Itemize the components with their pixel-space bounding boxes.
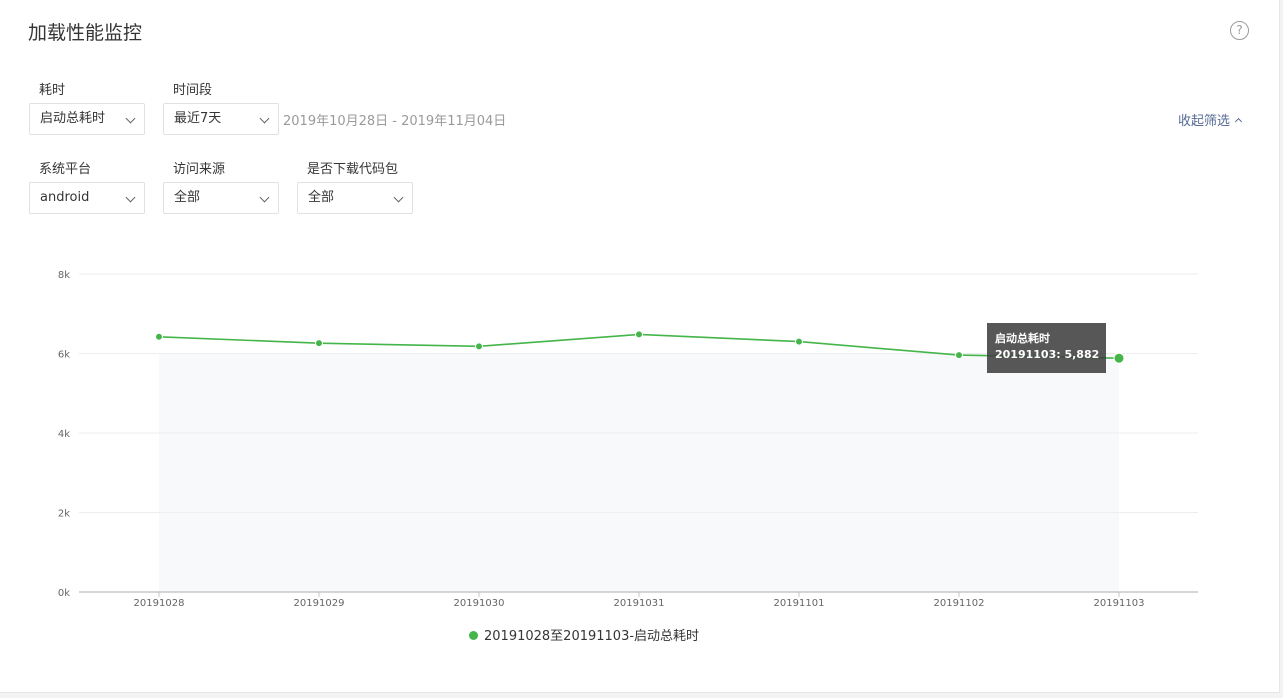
y-tick-label: 6k xyxy=(58,350,70,361)
data-point xyxy=(315,339,323,348)
y-tick-label: 2k xyxy=(58,509,70,520)
x-tick-label: 20191028 xyxy=(134,598,185,609)
y-tick-label: 4k xyxy=(58,429,70,440)
data-point xyxy=(795,337,803,346)
x-tick-label: 20191101 xyxy=(774,598,825,609)
x-tick-label: 20191103 xyxy=(1094,598,1145,609)
y-tick-label: 8k xyxy=(58,270,70,281)
x-tick-label: 20191102 xyxy=(934,598,985,609)
chart-legend[interactable]: 20191028至20191103-启动总耗时 xyxy=(469,625,699,644)
data-point xyxy=(155,332,163,341)
plot-area-background xyxy=(159,353,1119,592)
legend-dot xyxy=(469,631,478,640)
legend-label: 20191028至20191103-启动总耗时 xyxy=(484,629,700,644)
data-point xyxy=(475,342,483,351)
x-tick-label: 20191029 xyxy=(294,598,345,609)
tooltip-text: 20191103: 5,882 xyxy=(995,348,1100,361)
x-tick-label: 20191030 xyxy=(454,598,505,609)
data-point xyxy=(635,330,643,339)
y-tick-label: 0k xyxy=(58,588,70,599)
x-tick-label: 20191031 xyxy=(614,598,665,609)
chart-tooltip: 启动总耗时 20191103: 5,882 xyxy=(987,323,1106,373)
data-point xyxy=(1113,352,1125,364)
data-point xyxy=(955,351,963,360)
tooltip-title: 启动总耗时 xyxy=(995,332,1050,345)
